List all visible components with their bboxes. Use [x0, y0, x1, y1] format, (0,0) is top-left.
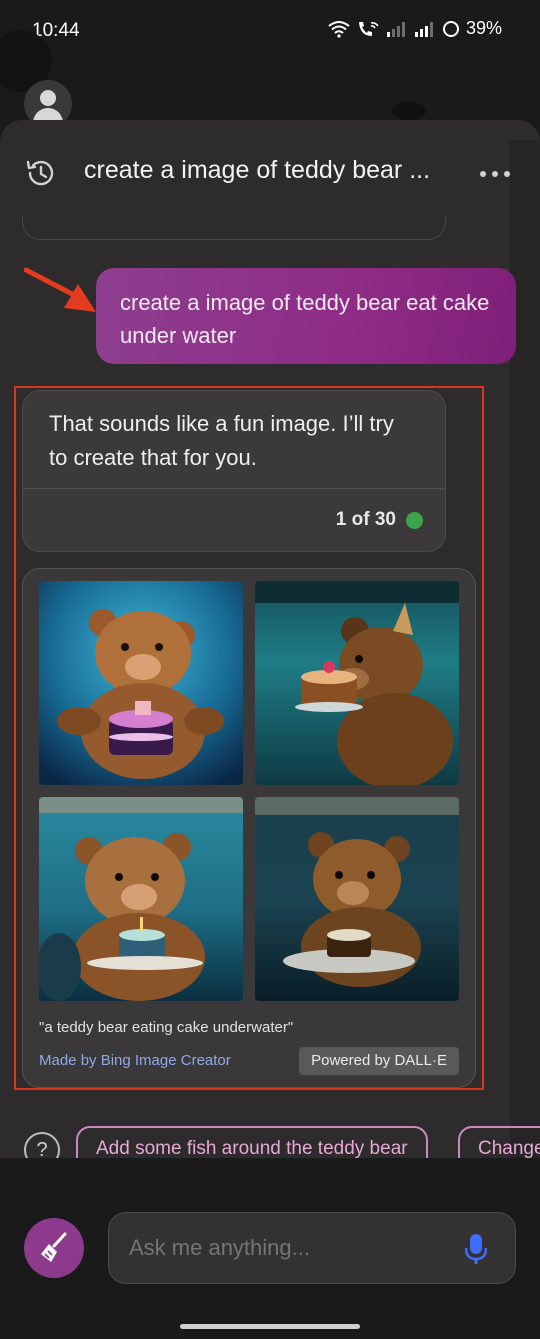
wifi-icon: [328, 20, 350, 38]
broom-icon: [41, 1232, 67, 1262]
user-message-bubble: create a image of teddy bear eat cake un…: [96, 268, 516, 364]
signal-icon: [386, 21, 405, 37]
image-result-card: "a teddy bear eating cake underwater" Ma…: [22, 568, 476, 1088]
status-bar: 10:44 39%: [0, 0, 540, 62]
powered-by-badge: Powered by DALL·E: [299, 1047, 459, 1075]
generated-image-1[interactable]: [39, 581, 243, 785]
microphone-icon[interactable]: [462, 1232, 490, 1266]
message-counter: 1 of 30: [336, 509, 423, 531]
red-arrow-annotation: [24, 267, 96, 312]
wifi-calling-icon: [358, 21, 379, 36]
chat-header: create a image of teddy bear ...: [0, 120, 540, 230]
battery-percent: 39%: [465, 18, 502, 38]
generated-image-3[interactable]: [39, 797, 243, 1001]
new-topic-button[interactable]: [24, 1218, 84, 1278]
more-horizontal-icon[interactable]: [480, 162, 516, 186]
chat-panel: create a image of teddy bear ... create …: [0, 120, 540, 1339]
home-indicator[interactable]: [180, 1324, 360, 1329]
bot-message-bubble: That sounds like a fun image. I’ll try t…: [22, 390, 446, 552]
background-shape: [392, 102, 426, 120]
divider: [23, 488, 445, 489]
previous-message-bubble: [22, 216, 446, 240]
chat-title: create a image of teddy bear ...: [84, 156, 431, 184]
generated-image-2[interactable]: [255, 581, 459, 785]
bot-message-text: That sounds like a fun image. I’ll try t…: [49, 411, 394, 470]
status-icons: 39%: [328, 18, 502, 39]
history-icon[interactable]: [24, 156, 58, 190]
battery-icon: [442, 20, 459, 37]
counter-text: 1 of 30: [335, 509, 396, 530]
status-dot-icon: [406, 511, 423, 529]
image-caption: "a teddy bear eating cake underwater": [39, 1019, 294, 1036]
bing-image-creator-link[interactable]: Made by Bing Image Creator: [39, 1052, 231, 1069]
signal-icon: [414, 21, 433, 37]
generated-image-4[interactable]: [255, 797, 459, 1001]
ask-input[interactable]: [108, 1212, 516, 1284]
